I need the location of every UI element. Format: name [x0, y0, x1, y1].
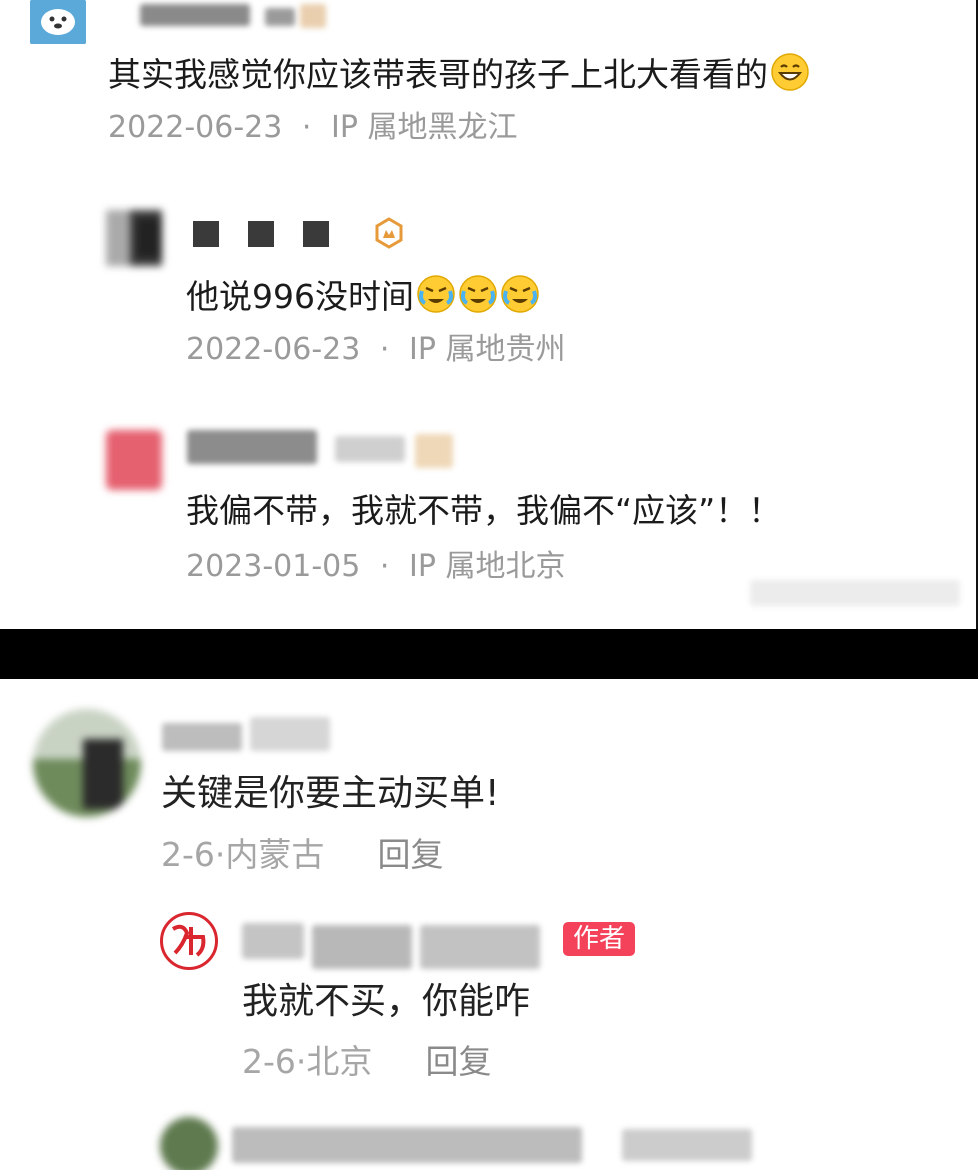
comment-panel-bottom: 关键是你要主动买单! 2-6·内蒙古 回复 作者 我就不买，你能咋 2-6·北京…	[0, 679, 978, 1170]
comment-text: 关键是你要主动买单!	[161, 773, 500, 814]
author-badge: 作者	[563, 922, 636, 956]
meta-separator: ·	[379, 549, 390, 584]
avatar[interactable]	[30, 0, 86, 44]
comment-text: 我偏不带，我就不带，我偏不“应该”！！	[186, 491, 782, 530]
comment-date: 2022-06-23	[108, 110, 283, 145]
meta-separator: ·	[301, 110, 312, 145]
comment-panel-top: 其实我感觉你应该带表哥的孩子上北大看看的 2022-06-23 · IP 属地黑…	[0, 0, 978, 629]
level-badge-icon	[375, 217, 403, 249]
grinning-face-icon	[771, 53, 809, 91]
comment-meta: 2022-06-23 · IP 属地黑龙江	[108, 113, 517, 143]
comment-location: 内蒙古	[225, 835, 325, 874]
avatar[interactable]	[106, 430, 162, 490]
comment-meta: 2023-01-05 · IP 属地北京	[186, 552, 565, 582]
red-seal-avatar-icon	[171, 924, 206, 957]
comment-location: IP 属地黑龙江	[331, 110, 518, 145]
comment-date: 2023-01-05	[186, 549, 361, 584]
comment-meta: 2-6·内蒙古 回复	[161, 838, 443, 871]
comment-text: 其实我感觉你应该带表哥的孩子上北大看看的	[108, 52, 810, 92]
meta-separator: ·	[379, 332, 390, 367]
avatar[interactable]	[33, 709, 141, 817]
crying-face-icon	[459, 275, 497, 313]
comment-date: 2022-06-23	[186, 332, 361, 367]
avatar[interactable]	[106, 210, 162, 266]
comment-location: 北京	[306, 1042, 373, 1081]
comment-text: 我就不买，你能咋	[242, 981, 531, 1022]
reply-button[interactable]: 回复	[377, 835, 443, 874]
crying-face-icon	[501, 275, 539, 313]
comment-date: 2-6·	[161, 835, 226, 874]
avatar[interactable]	[160, 1117, 218, 1170]
crying-face-icon	[417, 275, 455, 313]
avatar[interactable]	[160, 912, 218, 970]
comment-text: 他说996没时间	[186, 274, 540, 314]
comment-meta: 2022-06-23 · IP 属地贵州	[186, 335, 565, 365]
comment-meta: 2-6·北京 回复	[242, 1045, 491, 1078]
comment-location: IP 属地北京	[409, 549, 566, 584]
comment-location: IP 属地贵州	[409, 332, 566, 367]
comment-date: 2-6·	[242, 1042, 307, 1081]
reply-button[interactable]: 回复	[425, 1042, 491, 1081]
dog-avatar-icon	[30, 0, 86, 44]
